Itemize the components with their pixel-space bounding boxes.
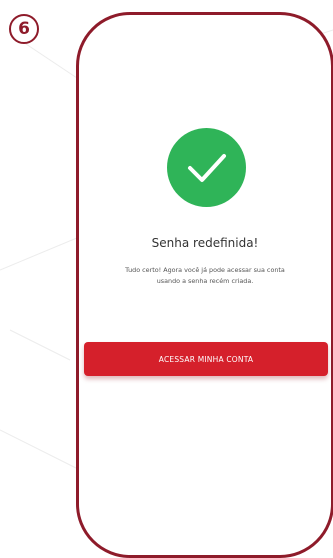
success-title: Senha redefinida! [151, 236, 259, 250]
access-account-button[interactable]: ACESSAR MINHA CONTA [84, 342, 328, 376]
success-message-line-1: Tudo certo! Agora você já pode acessar s… [125, 266, 285, 274]
step-number-badge: 6 [9, 14, 39, 44]
checkmark-icon [188, 154, 226, 182]
phone-frame: Senha redefinida! Tudo certo! Agora você… [76, 12, 333, 558]
success-message-line-2: usando a senha recém criada. [156, 277, 254, 285]
step-number: 6 [18, 19, 30, 39]
success-message: Tudo certo! Agora você já pode acessar s… [85, 265, 325, 287]
access-account-button-label: ACESSAR MINHA CONTA [158, 354, 254, 364]
check-circle-icon [167, 128, 246, 207]
